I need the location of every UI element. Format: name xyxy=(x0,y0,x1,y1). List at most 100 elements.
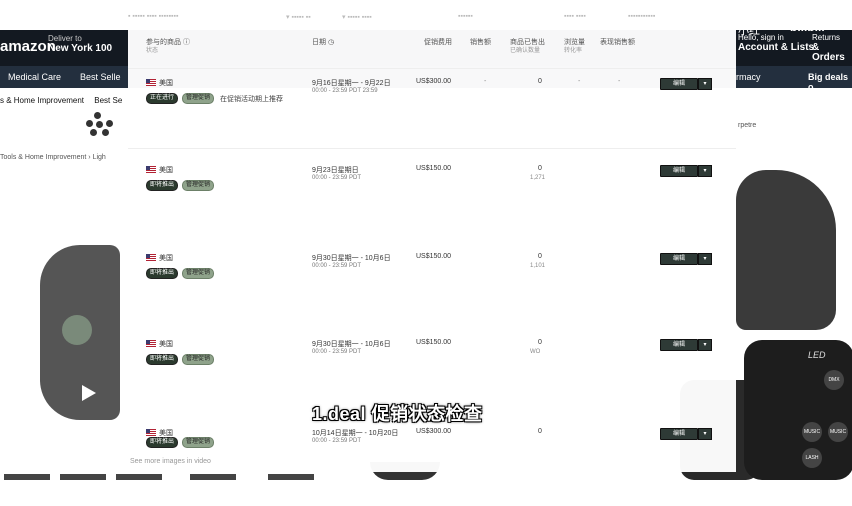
marketplace: 美国 xyxy=(159,255,173,262)
row-divider xyxy=(128,148,736,149)
header-performance[interactable]: 表现销售额 xyxy=(600,38,635,47)
remote-music-button: MUSIC xyxy=(802,422,822,442)
edit-button[interactable]: 编辑 xyxy=(660,339,698,351)
deal-fee: US$150.00 xyxy=(416,165,452,172)
deal-fee: US$300.00 xyxy=(416,78,452,85)
remote-dmx-button: DMX xyxy=(824,370,844,390)
marketplace: 美国 xyxy=(159,167,173,174)
us-flag-icon xyxy=(146,166,156,173)
deal-date: 9月16日星期一 - 9月22日 xyxy=(312,80,391,87)
deal-sales: - xyxy=(484,78,487,85)
us-flag-icon xyxy=(146,254,156,261)
video-footnote: See more images in video xyxy=(130,458,211,465)
table-row: 美国 即将推出 管理促销 9月30日星期一 - 10月6日 00:00 - 23… xyxy=(128,251,736,331)
edit-dropdown-chevron-icon[interactable]: ▾ xyxy=(698,78,712,90)
marketplace: 美国 xyxy=(159,80,173,87)
table-row: 美国 正在进行 管理促销 在促销活动期上推荐 9月16日星期一 - 9月22日 … xyxy=(128,76,736,156)
category-best-sellers[interactable]: Best Se xyxy=(94,96,122,105)
us-flag-icon xyxy=(146,340,156,347)
deliver-location: New York 100 xyxy=(48,43,113,54)
deal-sold-confirmed: WO xyxy=(530,349,541,355)
promo-note: 在促销活动期上推荐 xyxy=(220,96,283,103)
remote-flash-button: LASH xyxy=(802,448,822,468)
deal-fee: US$150.00 xyxy=(416,253,452,260)
category-bar: s & Home Improvement Best Se xyxy=(0,96,130,105)
deal-time: 00:00 - 23:59 PDT xyxy=(312,349,362,355)
header-product[interactable]: 参与的商品 ⓘ 状态 xyxy=(146,38,190,56)
deal-date: 9月30日星期一 - 10月6日 xyxy=(312,341,391,348)
video-play-icon[interactable] xyxy=(82,385,96,401)
header-date[interactable]: 日期 ◷ xyxy=(312,38,334,47)
edit-button[interactable]: 编辑 xyxy=(660,165,698,177)
top-toolbar: ▪ ▪▪▪▪▪ ▪▪▪▪ ▪▪▪▪▪▪▪▪ ▾ ▪▪▪▪▪ ▪▪ ▾ ▪▪▪▪▪… xyxy=(128,13,656,21)
deal-sold-confirmed: 1,101 xyxy=(530,263,546,269)
manage-tag[interactable]: 管理促销 xyxy=(182,354,215,365)
header-sold[interactable]: 商品已售出 已确认数量 xyxy=(510,38,545,56)
deal-time: 00:00 - 23:59 PDT xyxy=(312,175,362,181)
status-badge: 即将推出 xyxy=(146,268,179,279)
manage-tag[interactable]: 管理促销 xyxy=(182,437,215,448)
lamp-image xyxy=(736,170,836,330)
header-product-label: 参与的商品 xyxy=(146,39,181,46)
deal-sold: 0 xyxy=(538,253,542,260)
header-date-label: 日期 xyxy=(312,39,326,46)
edit-button[interactable]: 编辑 xyxy=(660,78,698,90)
deal-date: 9月30日星期一 - 10月6日 xyxy=(312,255,391,262)
video-caption: 1.deal 促销状态检查 xyxy=(312,404,483,424)
clock-icon: ◷ xyxy=(327,39,335,46)
edit-dropdown-chevron-icon[interactable]: ▾ xyxy=(698,339,712,351)
header-product-sub: 状态 xyxy=(146,48,159,54)
nav-best-sellers[interactable]: Best Selle xyxy=(80,72,121,82)
deliver-to[interactable]: Deliver to New York 100 xyxy=(48,34,112,54)
deal-time: 00:00 - 23:59 PDT xyxy=(312,438,362,444)
header-fee[interactable]: 促销费用 xyxy=(424,38,452,47)
status-badge: 即将推出 xyxy=(146,354,179,365)
nav-medical-care[interactable]: Medical Care xyxy=(8,72,61,82)
manage-tag[interactable]: 管理促销 xyxy=(182,93,215,104)
watermark-bilibili: bilibili xyxy=(790,20,825,34)
manage-tag[interactable]: 管理促销 xyxy=(182,268,215,279)
table-row: 美国 即将推出 管理促销 9月23日星期日 00:00 - 23:59 PDT … xyxy=(128,163,736,243)
account-hello: Hello, sign in xyxy=(738,33,784,42)
nav-pharmacy[interactable]: rmacy xyxy=(736,72,761,82)
breadcrumb[interactable]: Tools & Home Improvement › Ligh xyxy=(0,154,106,161)
product-image xyxy=(40,245,120,420)
orders-label: & Orders xyxy=(812,42,845,63)
us-flag-icon xyxy=(146,79,156,86)
deal-fee: US$300.00 xyxy=(416,428,452,435)
remote-led-label: LED xyxy=(808,350,826,360)
edit-button[interactable]: 编辑 xyxy=(660,253,698,265)
deal-views: - xyxy=(578,78,581,85)
deal-time: 00:00 - 23:59 PDT 23:59 xyxy=(312,88,378,94)
header-sold-sub: 已确认数量 xyxy=(510,48,541,54)
deal-sold: 0 xyxy=(538,165,542,172)
edit-button[interactable]: 编辑 xyxy=(660,428,698,440)
deal-performance: - xyxy=(618,78,621,85)
header-views-label: 浏览量 xyxy=(564,39,585,46)
returns-orders[interactable]: Returns & Orders xyxy=(812,33,852,63)
account-lists[interactable]: Hello, sign in Account & Lists xyxy=(738,33,814,53)
header-sales[interactable]: 销售额 xyxy=(470,38,491,47)
table-row: 美国 即将推出 管理促销 10月14日星期一 - 10月20日 00:00 - … xyxy=(128,426,736,506)
status-badge: 即将推出 xyxy=(146,180,179,191)
category-home-improvement[interactable]: s & Home Improvement xyxy=(0,96,84,105)
header-views[interactable]: 浏览量 转化率 xyxy=(564,38,585,56)
account-label: Account & Lists xyxy=(738,42,815,53)
warranty-text: rpetre xyxy=(738,122,757,129)
remote-image: DMX MUSIC MUSIC LASH xyxy=(744,340,852,480)
remote-music-button: MUSIC xyxy=(828,422,848,442)
header-views-sub: 转化率 xyxy=(564,48,583,54)
edit-dropdown-chevron-icon[interactable]: ▾ xyxy=(698,253,712,265)
edit-dropdown-chevron-icon[interactable]: ▾ xyxy=(698,165,712,177)
marketplace: 美国 xyxy=(159,341,173,348)
manage-tag[interactable]: 管理促销 xyxy=(182,180,215,191)
status-badge: 即将推出 xyxy=(146,437,179,448)
brand-icon xyxy=(86,112,114,138)
deal-time: 00:00 - 23:59 PDT xyxy=(312,263,362,269)
info-icon[interactable]: ⓘ xyxy=(183,39,190,46)
deal-sold: 0 xyxy=(538,78,542,85)
returns-label: Returns xyxy=(812,33,841,42)
nav-big-deals[interactable]: Big deals o xyxy=(808,72,852,92)
edit-dropdown-chevron-icon[interactable]: ▾ xyxy=(698,428,712,440)
deal-sold: 0 xyxy=(538,428,542,435)
